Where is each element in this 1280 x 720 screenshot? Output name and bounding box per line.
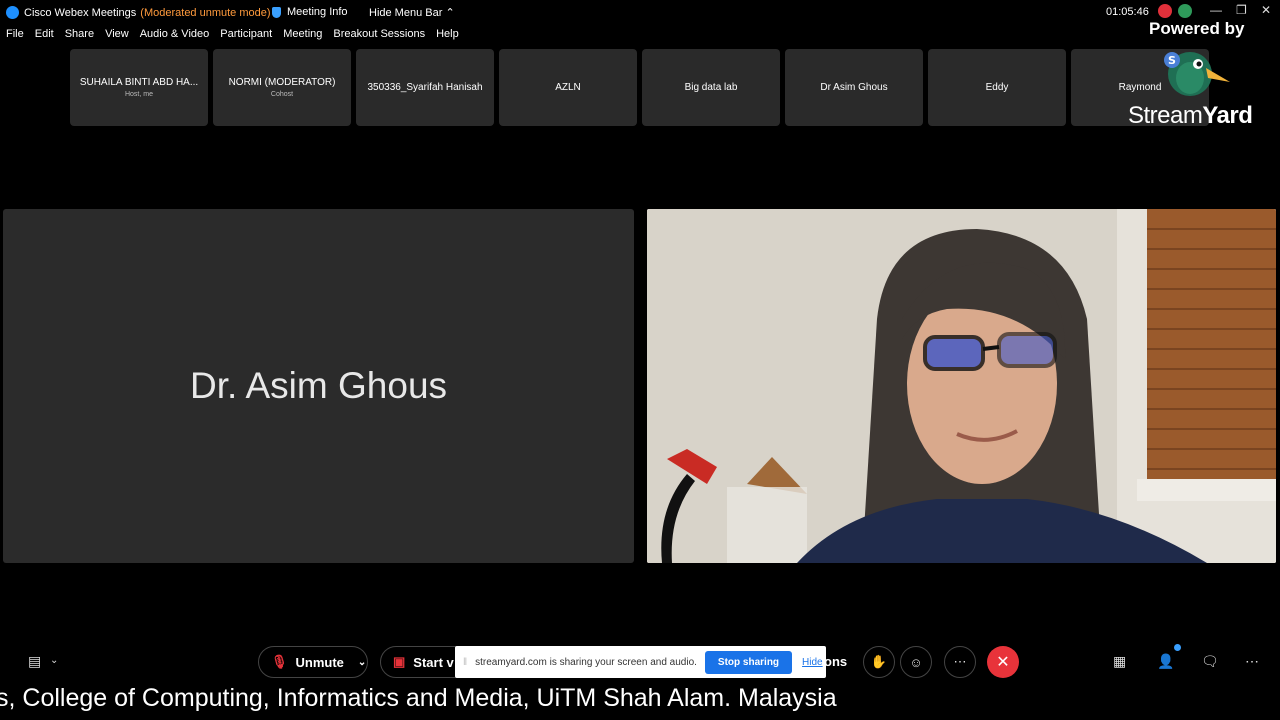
minimize-icon[interactable]: — bbox=[1210, 3, 1222, 17]
reactions-label-partial[interactable]: ons bbox=[824, 654, 847, 669]
restore-icon[interactable]: ❐ bbox=[1236, 3, 1247, 17]
participant-tile[interactable]: Big data lab bbox=[642, 49, 780, 126]
menu-meeting[interactable]: Meeting bbox=[283, 28, 322, 46]
participant-name: 350336_Syarifah Hanisah bbox=[367, 82, 483, 93]
more-panels-icon[interactable]: ⋯ bbox=[1245, 653, 1259, 670]
participant-tile[interactable]: AZLN bbox=[499, 49, 637, 126]
more-options-button[interactable]: ⋯ bbox=[944, 646, 976, 678]
stop-sharing-button[interactable]: Stop sharing bbox=[704, 650, 793, 674]
participant-name: SUHAILA BINTI ABD HA... bbox=[79, 77, 199, 88]
menu-audio-video[interactable]: Audio & Video bbox=[140, 28, 210, 46]
hide-menu-bar-button[interactable]: Hide Menu Bar ⌃ bbox=[369, 6, 455, 19]
muted-microphone-icon: 🎙 bbox=[271, 654, 288, 669]
title-bar: Cisco Webex Meetings (Moderated unmute m… bbox=[0, 0, 1280, 26]
streamyard-wordmark: StreamYard bbox=[1128, 102, 1253, 130]
meeting-info-button[interactable]: Meeting Info bbox=[272, 6, 348, 18]
share-message: streamyard.com is sharing your screen an… bbox=[475, 656, 697, 668]
unmute-button[interactable]: 🎙 Unmute ⌄ bbox=[258, 646, 368, 678]
brand-stream: Stream bbox=[1128, 102, 1203, 129]
brand-yard: Yard bbox=[1202, 102, 1253, 129]
participant-name: AZLN bbox=[555, 82, 581, 93]
participant-name: Raymond bbox=[1118, 82, 1162, 93]
active-speaker-name: Dr. Asim Ghous bbox=[189, 365, 448, 406]
participant-tile[interactable]: 350336_Syarifah Hanisah bbox=[356, 49, 494, 126]
reactions-button[interactable]: ☺ bbox=[900, 646, 932, 678]
active-speaker-panel[interactable]: Dr. Asim Ghous bbox=[3, 209, 634, 563]
network-health-icon[interactable] bbox=[1178, 4, 1192, 18]
participant-tile[interactable]: Dr Asim Ghous bbox=[785, 49, 923, 126]
menu-bar: File Edit Share View Audio & Video Parti… bbox=[0, 28, 464, 46]
participant-tile[interactable]: SUHAILA BINTI ABD HA... Host, me bbox=[70, 49, 208, 126]
menu-edit[interactable]: Edit bbox=[35, 28, 54, 46]
hide-banner-link[interactable]: Hide bbox=[802, 657, 823, 668]
lower-third-ticker: s, College of Computing, Informatics and… bbox=[0, 680, 1280, 720]
start-video-label: Start v bbox=[413, 654, 454, 670]
unmute-label: Unmute bbox=[295, 654, 344, 670]
participant-name: Eddy bbox=[985, 82, 1009, 93]
end-call-button[interactable]: ✕ bbox=[987, 646, 1019, 678]
meeting-info-label: Meeting Info bbox=[287, 6, 348, 18]
meeting-mode: (Moderated unmute mode) bbox=[140, 6, 271, 19]
apps-icon[interactable]: ▦ bbox=[1113, 653, 1126, 670]
chevron-up-icon: ⌃ bbox=[445, 7, 455, 19]
participant-role: Host, me bbox=[124, 91, 153, 98]
streamyard-duck-logo: S bbox=[1164, 52, 1230, 96]
webcam-video-panel[interactable] bbox=[647, 209, 1276, 563]
drag-handle-icon[interactable]: ‖ bbox=[463, 657, 467, 668]
meeting-clock: 01:05:46 bbox=[1106, 6, 1149, 18]
participant-tile[interactable]: Eddy bbox=[928, 49, 1066, 126]
menu-file[interactable]: File bbox=[6, 28, 24, 46]
ticker-text: s, College of Computing, Informatics and… bbox=[0, 684, 837, 712]
participant-name: Dr Asim Ghous bbox=[820, 82, 888, 93]
notification-dot bbox=[1174, 644, 1181, 651]
participant-strip: SUHAILA BINTI ABD HA... Host, me NORMI (… bbox=[70, 49, 1209, 126]
menu-participant[interactable]: Participant bbox=[220, 28, 272, 46]
participant-tile[interactable]: NORMI (MODERATOR) Cohost bbox=[213, 49, 351, 126]
webcam-video-image bbox=[647, 209, 1276, 563]
participants-icon[interactable]: 👤 bbox=[1157, 653, 1174, 670]
app-title: Cisco Webex Meetings (Moderated unmute m… bbox=[6, 6, 271, 19]
participant-name: Big data lab bbox=[684, 82, 738, 93]
menu-view[interactable]: View bbox=[105, 28, 129, 46]
app-name: Cisco Webex Meetings bbox=[24, 6, 137, 19]
shield-icon bbox=[272, 6, 281, 18]
captions-icon[interactable]: ▤ bbox=[28, 653, 41, 670]
powered-by-label: Powered by bbox=[1149, 19, 1245, 38]
webex-logo-icon bbox=[6, 6, 19, 19]
close-icon[interactable]: ✕ bbox=[1261, 3, 1271, 17]
menu-breakout-sessions[interactable]: Breakout Sessions bbox=[333, 28, 425, 46]
participant-name: NORMI (MODERATOR) bbox=[228, 77, 336, 88]
screen-share-banner: ‖ streamyard.com is sharing your screen … bbox=[455, 646, 826, 678]
chat-icon[interactable]: 🗨 bbox=[1201, 653, 1219, 670]
hide-menu-bar-label: Hide Menu Bar bbox=[369, 7, 443, 19]
svg-text:S: S bbox=[1168, 54, 1176, 67]
participant-role: Cohost bbox=[270, 91, 294, 98]
video-off-icon: ▣ bbox=[393, 654, 406, 669]
chevron-down-icon[interactable]: ⌄ bbox=[358, 657, 366, 668]
menu-share[interactable]: Share bbox=[65, 28, 94, 46]
menu-help[interactable]: Help bbox=[436, 28, 459, 46]
chevron-down-icon[interactable]: ⌄ bbox=[50, 655, 58, 666]
recording-icon[interactable] bbox=[1158, 4, 1172, 18]
raise-hand-button[interactable]: ✋ bbox=[863, 646, 895, 678]
